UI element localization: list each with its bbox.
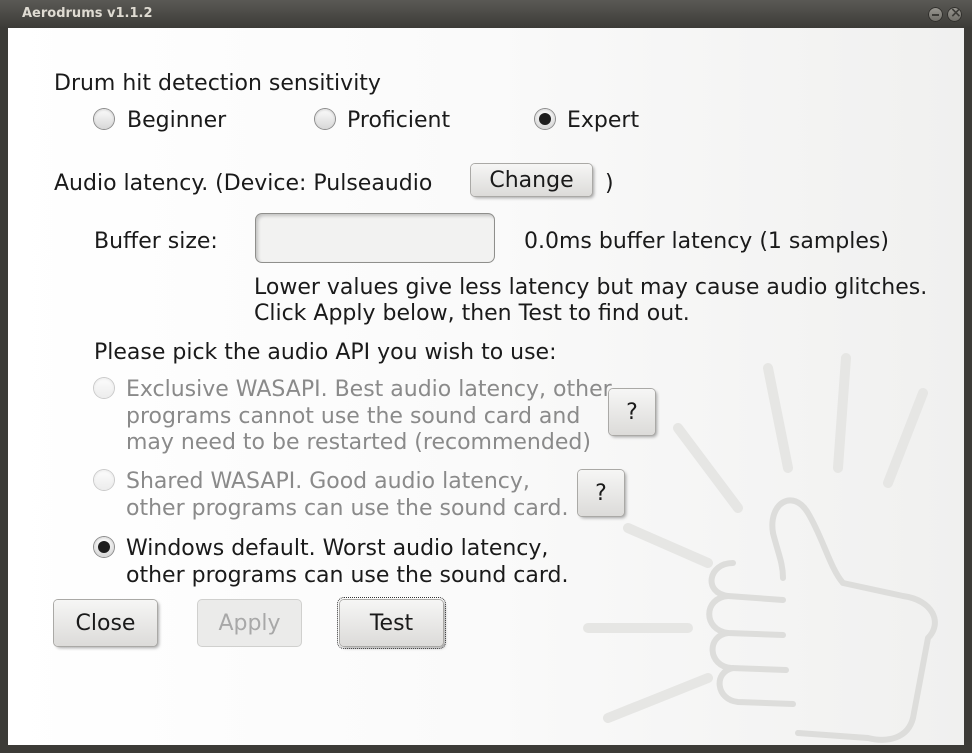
radio-beginner[interactable] (94, 109, 114, 129)
minimize-icon[interactable] (928, 7, 943, 22)
change-device-button[interactable]: Change (471, 164, 592, 196)
radio-proficient-label[interactable]: Proficient (347, 107, 450, 134)
buffer-size-input[interactable] (256, 214, 494, 262)
windows-default-line1[interactable]: Windows default. Worst audio latency, (126, 535, 548, 562)
sensitivity-heading: Drum hit detection sensitivity (54, 71, 381, 96)
shared-wasapi-help-button[interactable]: ? (578, 470, 624, 516)
exclusive-wasapi-line1: Exclusive WASAPI. Best audio latency, ot… (126, 377, 612, 402)
api-heading: Please pick the audio API you wish to us… (94, 340, 557, 365)
checkbox-exclusive-wasapi[interactable] (94, 378, 114, 398)
latency-hint-line1: Lower values give less latency but may c… (254, 275, 928, 300)
title-bar: Aerodrums v1.1.2 (0, 0, 972, 28)
buffer-size-label: Buffer size: (94, 229, 218, 254)
radio-proficient[interactable] (315, 109, 335, 129)
test-button[interactable]: Test (337, 597, 446, 649)
exclusive-wasapi-line2: programs cannot use the sound card and (126, 404, 581, 429)
checkbox-shared-wasapi[interactable] (94, 470, 114, 490)
latency-close-paren: ) (605, 171, 614, 196)
shared-wasapi-line1: Shared WASAPI. Good audio latency, (126, 469, 530, 494)
checkbox-windows-default[interactable] (94, 537, 114, 557)
settings-panel: Drum hit detection sensitivity Beginner … (8, 28, 964, 745)
radio-expert[interactable] (535, 109, 555, 129)
radio-expert-label[interactable]: Expert (567, 107, 639, 134)
radio-beginner-label[interactable]: Beginner (127, 107, 226, 134)
apply-button[interactable]: Apply (198, 600, 301, 646)
exclusive-wasapi-help-button[interactable]: ? (609, 389, 655, 435)
shared-wasapi-line2: other programs can use the sound card. (126, 496, 569, 521)
close-window-icon[interactable] (947, 5, 962, 22)
close-button[interactable]: Close (54, 600, 157, 646)
audio-latency-label: Audio latency. (Device: Pulseaudio (54, 171, 433, 196)
windows-default-line2[interactable]: other programs can use the sound card. (126, 562, 568, 589)
latency-hint-line2: Click Apply below, then Test to find out… (254, 301, 690, 326)
app-window: Aerodrums v1.1.2 Drum h (0, 0, 972, 753)
window-title: Aerodrums v1.1.2 (22, 6, 153, 21)
exclusive-wasapi-line3: may need to be restarted (recommended) (126, 430, 591, 455)
buffer-latency-info: 0.0ms buffer latency (1 samples) (524, 229, 889, 254)
